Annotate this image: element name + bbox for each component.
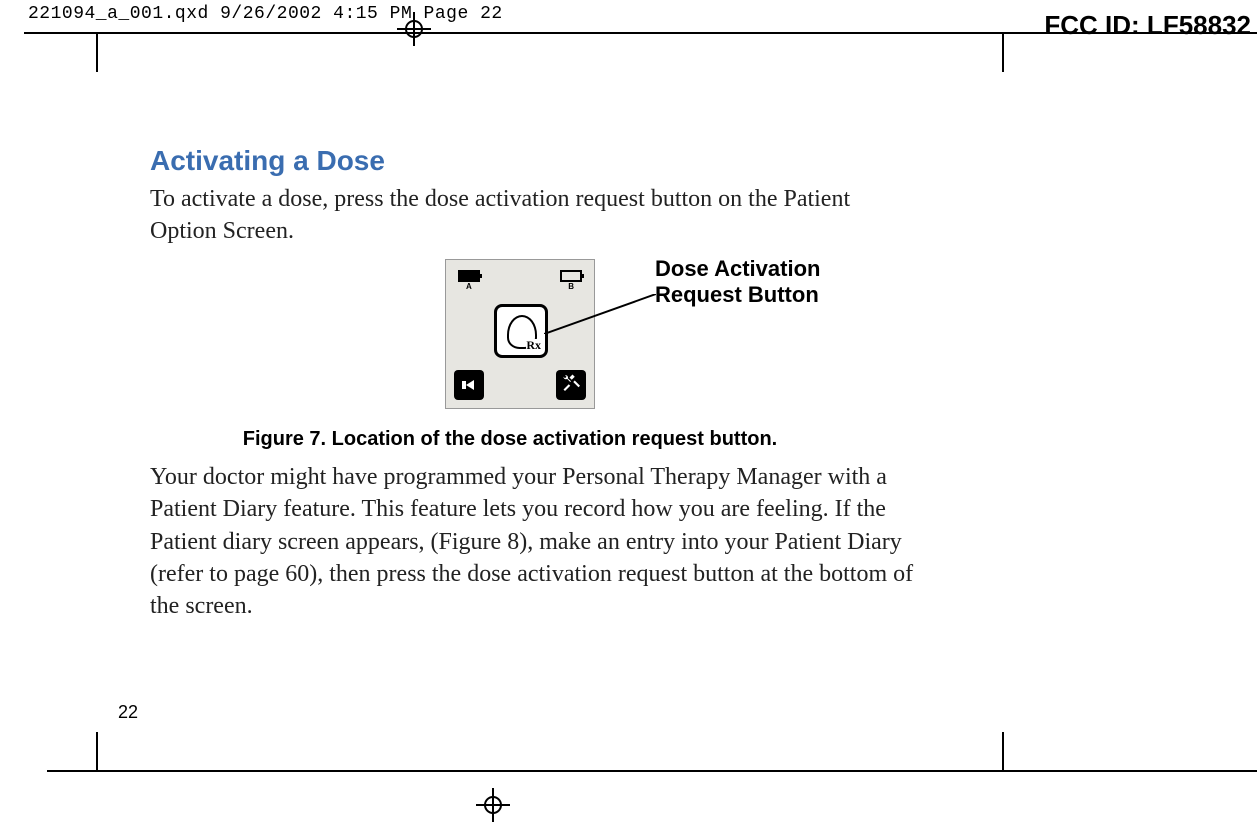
crop-line-top xyxy=(24,32,1257,34)
section-heading: Activating a Dose xyxy=(150,145,920,177)
crop-tick xyxy=(96,732,98,770)
registration-mark xyxy=(397,12,431,46)
device-screen: A B Rx xyxy=(445,259,595,409)
figure-caption: Figure 7. Location of the dose activatio… xyxy=(150,428,870,451)
sound-button[interactable] xyxy=(454,370,484,400)
fcc-id-label: FCC ID: LF58832 xyxy=(1044,10,1251,41)
rx-label: Rx xyxy=(526,339,541,351)
crop-tick xyxy=(1002,732,1004,770)
speaker-icon xyxy=(462,380,476,390)
page-number: 22 xyxy=(118,702,138,723)
figure-7: A B Rx xyxy=(150,254,920,424)
intro-paragraph: To activate a dose, press the dose activ… xyxy=(150,183,920,248)
crop-tick xyxy=(1002,32,1004,72)
rx-head-icon: Rx xyxy=(507,315,535,347)
print-slug: 221094_a_001.qxd 9/26/2002 4:15 PM Page … xyxy=(28,4,503,24)
battery-b-icon xyxy=(560,270,582,282)
battery-b-label: B xyxy=(568,282,574,291)
registration-mark xyxy=(476,788,510,822)
crop-tick xyxy=(96,32,98,72)
tools-icon xyxy=(562,373,580,396)
page-content: Activating a Dose To activate a dose, pr… xyxy=(150,145,920,623)
tools-button[interactable] xyxy=(556,370,586,400)
callout-label: Dose Activation Request Button xyxy=(655,256,875,309)
battery-a-icon xyxy=(458,270,480,282)
battery-a-label: A xyxy=(466,282,472,291)
dose-activation-request-button[interactable]: Rx xyxy=(494,304,548,358)
callout-leader-line xyxy=(544,294,656,334)
body-paragraph-2: Your doctor might have programmed your P… xyxy=(150,461,920,623)
crop-line-bottom xyxy=(47,770,1257,772)
